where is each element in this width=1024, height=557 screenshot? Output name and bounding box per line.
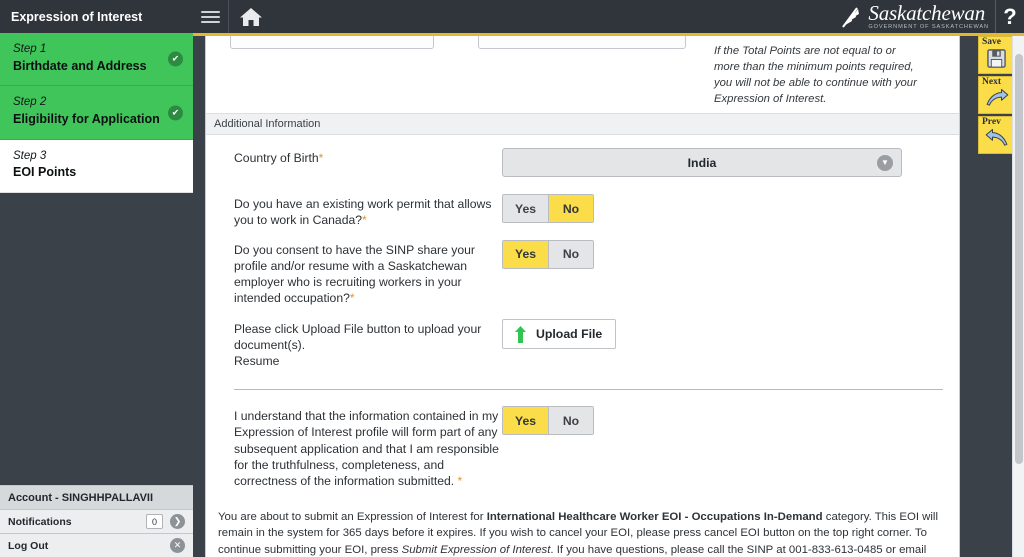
declaration-toggle-group[interactable]: Yes No bbox=[502, 406, 594, 435]
top-header-bar: Expression of Interest Saskatchewan GOVE… bbox=[0, 0, 1024, 33]
declaration-no-button[interactable]: No bbox=[548, 407, 593, 434]
gold-divider bbox=[193, 33, 1024, 36]
logout-label: Log Out bbox=[8, 540, 48, 552]
arrow-left-icon bbox=[979, 125, 1014, 151]
step-number: Step 3 bbox=[13, 149, 163, 165]
country-of-birth-label: Country of Birth* bbox=[206, 148, 502, 167]
close-circle-icon[interactable]: ✕ bbox=[170, 538, 185, 553]
required-asterisk: * bbox=[350, 291, 355, 305]
hamburger-line bbox=[201, 11, 220, 13]
sinp-consent-question-label: Do you consent to have the SINP share yo… bbox=[206, 240, 502, 307]
sidebar-item-step-2[interactable]: Step 2 Eligibility for Application ✔ bbox=[0, 86, 193, 139]
step-label: Eligibility for Application bbox=[13, 111, 163, 128]
upload-file-button[interactable]: Upload File bbox=[502, 319, 616, 349]
chevron-down-icon[interactable]: ▼ bbox=[877, 155, 893, 171]
sinp-consent-yes-button[interactable]: Yes bbox=[503, 241, 548, 268]
section-header-additional-information: Additional Information bbox=[206, 113, 959, 135]
step-label: Birthdate and Address bbox=[13, 58, 163, 75]
sidebar-item-step-1[interactable]: Step 1 Birthdate and Address ✔ bbox=[0, 33, 193, 86]
work-permit-question-label: Do you have an existing work permit that… bbox=[206, 194, 502, 229]
sinp-consent-toggle-group[interactable]: Yes No bbox=[502, 240, 594, 269]
form-row-sinp-consent: Do you consent to have the SINP share yo… bbox=[206, 229, 959, 307]
form-panel: If the Total Points are not equal to or … bbox=[205, 36, 960, 557]
sidebar-item-step-3[interactable]: Step 3 EOI Points bbox=[0, 140, 193, 193]
work-permit-no-button[interactable]: No bbox=[548, 195, 593, 222]
notifications-count-badge: 0 bbox=[146, 514, 163, 529]
sinp-consent-no-button[interactable]: No bbox=[548, 241, 593, 268]
partial-input-field-right[interactable] bbox=[478, 36, 686, 49]
account-title: Account - SINGHHPALLAVII bbox=[0, 485, 193, 509]
required-asterisk: * bbox=[362, 213, 367, 227]
notice-part-1: You are about to submit an Expression of… bbox=[218, 511, 487, 523]
next-button[interactable]: Next bbox=[978, 76, 1015, 114]
form-row-declaration: I understand that the information contai… bbox=[206, 390, 959, 489]
arrow-right-icon bbox=[979, 85, 1014, 111]
application-window: Expression of Interest Saskatchewan GOVE… bbox=[0, 0, 1024, 557]
sidebar-item-logout[interactable]: Log Out ✕ bbox=[0, 533, 193, 557]
total-points-hint: If the Total Points are not equal to or … bbox=[714, 43, 919, 107]
work-permit-toggle-group[interactable]: Yes No bbox=[502, 194, 594, 223]
help-icon[interactable]: ? bbox=[996, 0, 1024, 33]
form-row-upload: Please click Upload File button to uploa… bbox=[206, 307, 959, 369]
partial-input-field-left[interactable] bbox=[230, 36, 434, 49]
sidebar: Step 1 Birthdate and Address ✔ Step 2 El… bbox=[0, 33, 193, 557]
form-row-country-of-birth: Country of Birth* India ▼ bbox=[206, 135, 959, 177]
upload-document-type: Resume bbox=[234, 353, 502, 369]
floppy-disk-icon bbox=[979, 45, 1014, 71]
submission-notice: You are about to submit an Expression of… bbox=[218, 509, 943, 557]
prev-button[interactable]: Prev bbox=[978, 116, 1015, 154]
chevron-right-icon[interactable]: ❯ bbox=[170, 514, 185, 529]
scrollbar-thumb[interactable] bbox=[1015, 54, 1023, 464]
saskatchewan-logo: Saskatchewan GOVERNMENT OF SASKATCHEWAN bbox=[840, 0, 996, 33]
main-content-area: If the Total Points are not equal to or … bbox=[193, 36, 1009, 557]
brand-name: Saskatchewan bbox=[868, 3, 989, 24]
upload-button-label: Upload File bbox=[536, 327, 602, 341]
app-title: Expression of Interest bbox=[0, 0, 193, 33]
hamburger-line bbox=[201, 16, 220, 18]
upload-instruction-label: Please click Upload File button to uploa… bbox=[206, 319, 502, 369]
upload-arrow-icon bbox=[514, 326, 527, 343]
step-number: Step 1 bbox=[13, 42, 163, 58]
brand-subtitle: GOVERNMENT OF SASKATCHEWAN bbox=[868, 25, 989, 31]
notice-emphasis: Submit Expression of Interest bbox=[402, 544, 551, 556]
wheat-sheaf-icon bbox=[840, 5, 862, 29]
step-complete-check-icon: ✔ bbox=[168, 105, 183, 120]
form-row-work-permit: Do you have an existing work permit that… bbox=[206, 177, 959, 229]
upload-instruction-line-1: Please click Upload File button to uploa… bbox=[234, 321, 502, 353]
label-text: Country of Birth bbox=[234, 151, 319, 165]
declaration-yes-button[interactable]: Yes bbox=[503, 407, 548, 434]
notice-category: International Healthcare Worker EOI - Oc… bbox=[487, 511, 823, 523]
sidebar-item-notifications[interactable]: Notifications 0 ❯ bbox=[0, 509, 193, 533]
save-button[interactable]: Save bbox=[978, 36, 1015, 74]
account-block: Account - SINGHHPALLAVII Notifications 0… bbox=[0, 485, 193, 557]
vertical-scrollbar[interactable] bbox=[1012, 36, 1024, 557]
work-permit-yes-button[interactable]: Yes bbox=[503, 195, 548, 222]
declaration-label: I understand that the information contai… bbox=[206, 406, 502, 489]
step-complete-check-icon: ✔ bbox=[168, 52, 183, 67]
header-spacer bbox=[273, 0, 840, 33]
notifications-label: Notifications bbox=[8, 516, 72, 528]
step-number: Step 2 bbox=[13, 95, 163, 111]
selected-value: India bbox=[688, 156, 717, 170]
hamburger-line bbox=[201, 21, 220, 23]
country-of-birth-select[interactable]: India ▼ bbox=[502, 148, 902, 177]
required-asterisk: * bbox=[458, 474, 463, 488]
step-label: EOI Points bbox=[13, 164, 163, 181]
home-icon[interactable] bbox=[229, 0, 273, 33]
required-asterisk: * bbox=[319, 151, 324, 165]
hamburger-icon[interactable] bbox=[193, 0, 229, 33]
